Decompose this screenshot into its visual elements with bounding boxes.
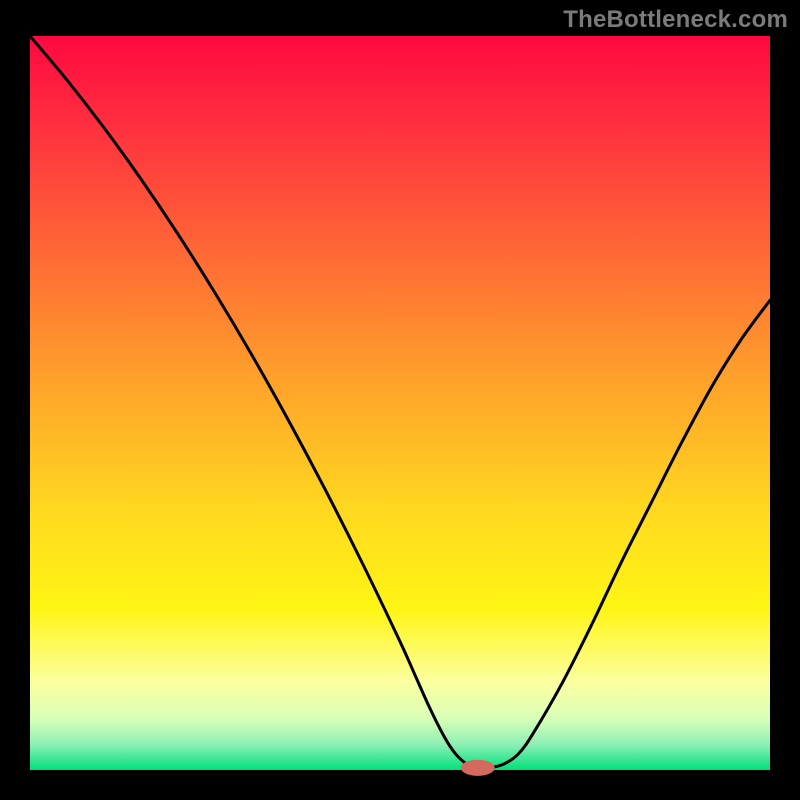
optimal-marker — [461, 760, 495, 776]
plot-background — [30, 36, 770, 770]
watermark-label: TheBottleneck.com — [563, 6, 788, 34]
bottleneck-chart — [0, 0, 800, 800]
chart-container: TheBottleneck.com — [0, 0, 800, 800]
